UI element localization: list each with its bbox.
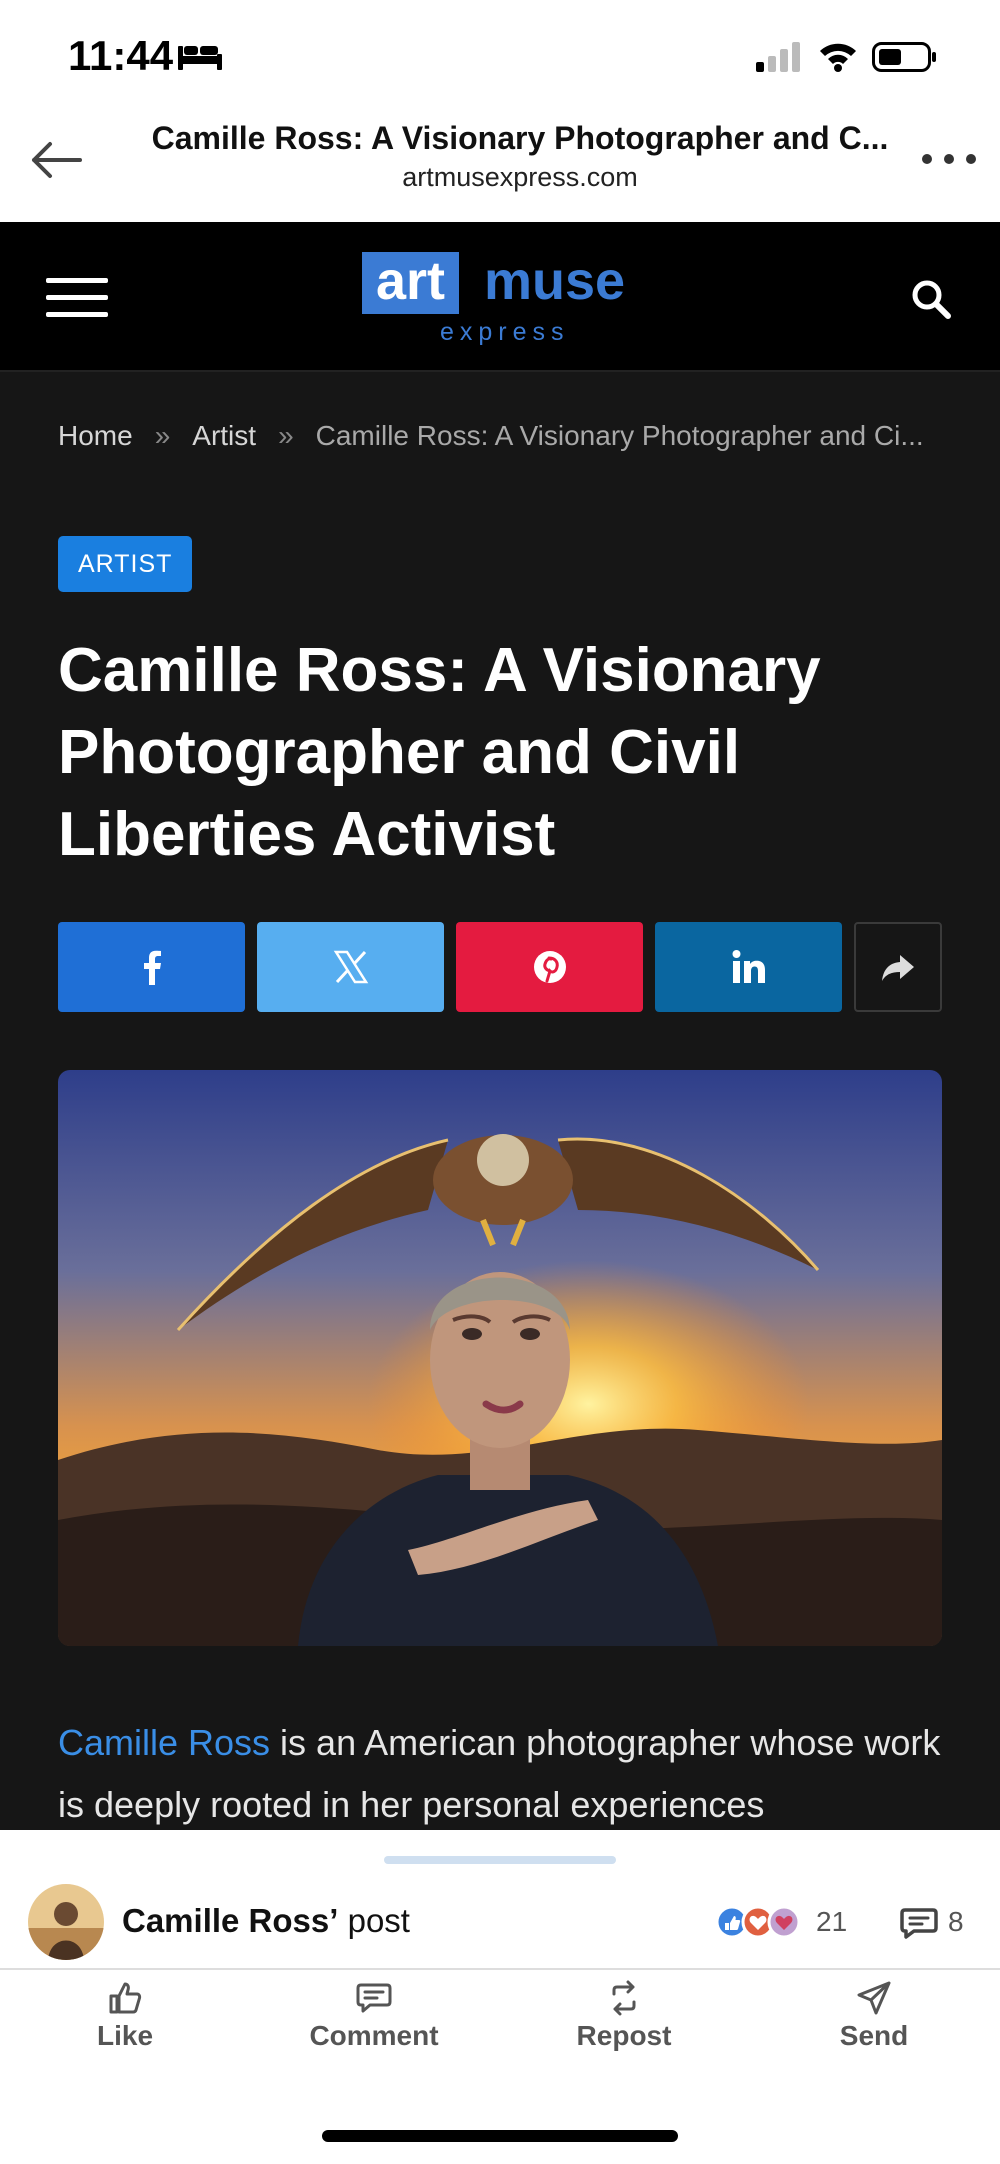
breadcrumb-artist[interactable]: Artist — [192, 420, 256, 451]
x-twitter-icon — [333, 950, 368, 984]
author-link[interactable]: Camille Ross — [58, 1722, 270, 1763]
hero-illustration — [58, 1070, 942, 1646]
like-label: Like — [96, 2020, 154, 2051]
avatar[interactable] — [28, 1884, 104, 1960]
breadcrumb-home[interactable]: Home — [58, 420, 133, 451]
breadcrumb-current: Camille Ross: A Visionary Photographer a… — [315, 420, 924, 451]
thumbs-up-icon — [109, 1982, 142, 2014]
share-arrow-icon — [882, 955, 914, 981]
send-button[interactable]: Send — [784, 1980, 964, 2052]
sleep-mode-icon — [178, 46, 222, 70]
post-bottom-sheet: Camille Ross’ post 21 8 Like Comment Rep… — [0, 1830, 1000, 2164]
like-button[interactable]: Like — [35, 1980, 215, 2052]
comment-button[interactable]: Comment — [284, 1980, 464, 2052]
linkedin-icon — [732, 950, 765, 983]
facebook-icon — [143, 950, 161, 985]
browser-header: Camille Ross: A Visionary Photographer a… — [0, 110, 1000, 222]
comment-count[interactable]: 8 — [948, 1906, 964, 1938]
home-indicator — [322, 2130, 678, 2142]
breadcrumb-separator: » — [154, 420, 171, 451]
article: Home » Artist » Camille Ross: A Visionary Ph… — [0, 372, 1000, 1830]
send-label: Send — [839, 2020, 909, 2051]
more-options-icon[interactable] — [922, 154, 976, 168]
post-author-line: Camille Ross’ post — [122, 1902, 410, 1940]
article-body-paragraph: Camille Ross is an American photographer… — [58, 1712, 958, 1830]
site-navbar: art muse express — [0, 222, 1000, 372]
sheet-drag-handle[interactable] — [384, 1856, 616, 1864]
share-facebook-button[interactable] — [58, 922, 245, 1012]
menu-icon[interactable] — [46, 278, 108, 320]
cellular-signal-icon — [756, 42, 800, 72]
search-icon[interactable] — [910, 278, 952, 320]
page-domain: artmusexpress.com — [402, 162, 638, 192]
share-linkedin-button[interactable] — [655, 922, 842, 1012]
breadcrumb-separator: » — [278, 420, 294, 451]
site-logo[interactable]: art muse express — [362, 252, 642, 348]
share-pinterest-button[interactable] — [456, 922, 643, 1012]
share-more-button[interactable] — [854, 922, 942, 1012]
page-title: Camille Ross: A Visionary Photographer a… — [151, 120, 889, 156]
logo-express-text: express — [440, 318, 570, 346]
divider — [0, 1968, 1000, 1970]
breadcrumb: Home » Artist » Camille Ross: A Visionary Ph… — [58, 420, 938, 452]
repost-button[interactable]: Repost — [534, 1980, 714, 2052]
reactions-icon[interactable] — [714, 1904, 804, 1940]
comment-count-icon[interactable] — [900, 1906, 938, 1940]
logo-muse-text: muse — [484, 251, 626, 311]
pinterest-icon — [533, 951, 566, 983]
share-x-button[interactable] — [257, 922, 444, 1012]
share-buttons — [58, 922, 942, 1012]
post-suffix: post — [338, 1902, 410, 1939]
logo-art-text: art — [362, 252, 460, 314]
category-badge[interactable]: ARTIST — [58, 536, 193, 592]
article-hero-image — [58, 1070, 942, 1646]
article-headline: Camille Ross: A Visionary Photographer a… — [58, 636, 821, 869]
send-icon — [857, 1981, 891, 2015]
back-arrow-icon[interactable] — [28, 138, 84, 182]
avatar-image — [28, 1884, 104, 1960]
comment-label: Comment — [309, 2020, 439, 2051]
repost-icon — [612, 1980, 636, 2016]
reaction-count[interactable]: 21 — [816, 1906, 847, 1938]
battery-icon — [872, 42, 936, 72]
comment-icon — [356, 1983, 392, 2013]
status-time: 11:44 — [68, 32, 174, 79]
status-bar: 11:44 — [0, 0, 1000, 110]
post-author-name[interactable]: Camille Ross’ — [122, 1902, 338, 1939]
wifi-icon — [820, 43, 856, 72]
repost-label: Repost — [576, 2020, 672, 2051]
